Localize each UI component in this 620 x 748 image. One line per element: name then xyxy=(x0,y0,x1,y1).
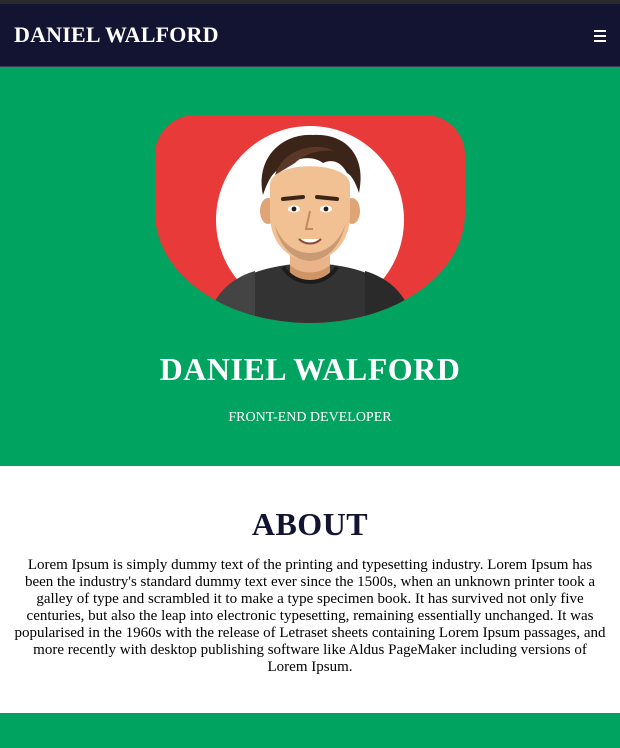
next-section-band xyxy=(0,713,620,748)
cartoon-portrait-icon xyxy=(207,126,413,323)
hamburger-menu-icon[interactable] xyxy=(594,29,606,42)
hero-title: DANIEL WALFORD xyxy=(159,351,461,387)
hero-subtitle: FRONT-END DEVELOPER xyxy=(228,410,392,425)
about-paragraph: Lorem Ipsum is simply dummy text of the … xyxy=(14,557,606,675)
navbar: DANIEL WALFORD xyxy=(0,4,620,67)
about-heading: ABOUT xyxy=(251,506,369,542)
about-section: ABOUT Lorem Ipsum is simply dummy text o… xyxy=(0,506,620,713)
avatar xyxy=(155,115,465,323)
brand-link[interactable]: DANIEL WALFORD xyxy=(14,22,219,48)
hero-section: DANIEL WALFORD FRONT-END DEVELOPER xyxy=(0,67,620,466)
